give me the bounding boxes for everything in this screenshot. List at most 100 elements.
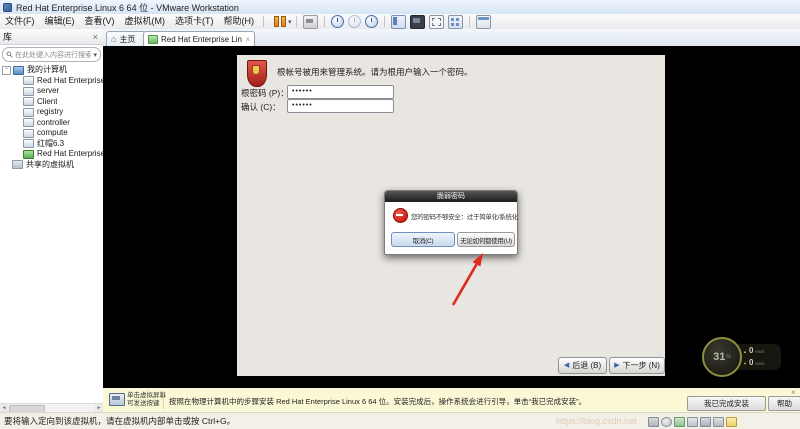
usb-icon[interactable] (687, 417, 698, 427)
sidebar-item-registry[interactable]: registry (0, 107, 103, 118)
sidebar-item-my-computer[interactable]: − 我的计算机 (0, 65, 103, 76)
sidebar-item-rhel-running[interactable]: Red Hat Enterprise Linu (0, 149, 103, 160)
watermark-text: https://blog.csdn.net (556, 416, 637, 426)
upload-arrow-icon: ▲ (743, 346, 747, 357)
vm-icon (23, 108, 34, 117)
menu-view[interactable]: 查看(V) (80, 14, 120, 29)
tab-vm[interactable]: Red Hat Enterprise Linux 6 ... × (143, 31, 255, 46)
hard-disk-icon[interactable] (648, 417, 659, 427)
back-arrow-icon: ◀ (564, 362, 569, 370)
cd-dvd-icon[interactable] (661, 417, 672, 427)
collapse-icon[interactable]: − (2, 66, 11, 75)
vmware-logo-icon (3, 3, 12, 12)
printer-icon[interactable] (713, 417, 724, 427)
sidebar-item-redhat63[interactable]: 红帽6.3 (0, 139, 103, 150)
snapshot-manager-button[interactable] (365, 15, 378, 28)
sound-icon[interactable] (700, 417, 711, 427)
sidebar-item-compute[interactable]: compute (0, 128, 103, 139)
chevron-down-icon[interactable]: ▾ (93, 51, 97, 59)
running-vm-icon (23, 150, 34, 159)
vm-icon (23, 76, 34, 85)
stop-icon (393, 208, 408, 223)
sidebar-item-shared-vms[interactable]: 共享的虚拟机 (0, 160, 103, 171)
vm-tab-icon (148, 35, 158, 44)
menu-help[interactable]: 帮助(H) (219, 14, 260, 29)
vm-icon (23, 139, 34, 148)
console-view-button[interactable] (410, 15, 425, 29)
vm-icon (23, 97, 34, 106)
root-password-shield-icon (247, 60, 267, 87)
show-console-tabs-button[interactable] (476, 15, 491, 29)
sidebar-item-client[interactable]: Client (0, 97, 103, 108)
home-icon: ⌂ (111, 34, 116, 44)
search-placeholder: 在此处键入内容进行搜索 (15, 50, 91, 60)
download-arrow-icon: ▼ (743, 358, 747, 369)
message-note-icon[interactable] (726, 417, 737, 427)
network-adapter-icon[interactable] (674, 417, 685, 427)
toolbar-separator (263, 16, 264, 27)
finished-installing-button[interactable]: 我已完成安装 (687, 396, 766, 411)
window-title: Red Hat Enterprise Linux 6 64 位 - VMware… (16, 1, 239, 14)
next-arrow-icon: ▶ (614, 362, 619, 370)
sidebar-item-server[interactable]: server (0, 86, 103, 97)
library-toggle-button[interactable] (391, 15, 406, 29)
shared-vms-icon (12, 160, 23, 169)
cancel-button[interactable]: 取消(C) (391, 232, 455, 247)
title-bar: Red Hat Enterprise Linux 6 64 位 - VMware… (0, 0, 800, 15)
root-password-label: 根密码 (P)： (241, 87, 289, 99)
confirm-password-field[interactable]: •••••• (287, 99, 394, 113)
install-instructions: 按照在物理计算机中的步骤安装 Red Hat Enterprise Linux … (169, 396, 586, 407)
menu-vm[interactable]: 虚拟机(M) (120, 14, 171, 29)
tab-home[interactable]: ⌂ 主页 (106, 31, 146, 46)
menu-file[interactable]: 文件(F) (0, 14, 40, 29)
library-sidebar: 库 × 在此处键入内容进行搜索 ▾ − 我的计算机 Red Hat Enterp… (0, 29, 104, 412)
library-title: 库 (3, 30, 12, 43)
tab-bar: ⌂ 主页 Red Hat Enterprise Linux 6 ... × (103, 29, 800, 47)
toolbar-separator (384, 16, 385, 27)
toolbar-separator (296, 16, 297, 27)
menu-edit[interactable]: 编辑(E) (40, 14, 80, 29)
close-icon[interactable]: × (91, 32, 100, 42)
dialog-title: 脆弱密码 (385, 191, 517, 202)
annotation-arrow-icon (440, 247, 500, 309)
power-pause-button[interactable]: ▾ (274, 16, 292, 27)
ctrl-alt-del-button[interactable] (303, 15, 318, 29)
use-anyway-button[interactable]: 无论如何都使用(U) (457, 232, 515, 247)
root-password-field[interactable]: •••••• (287, 85, 394, 99)
revert-snapshot-button[interactable] (348, 15, 361, 28)
confirm-password-label: 确认 (C)： (241, 101, 281, 113)
virtual-screen-icon (109, 393, 125, 406)
cpu-gauge-overlay: 31 % (702, 337, 742, 377)
help-button[interactable]: 帮助 (768, 396, 800, 411)
back-button[interactable]: ◀ 后退 (B) (558, 357, 607, 374)
sidebar-item-rhel[interactable]: Red Hat Enterprise Linu (0, 76, 103, 87)
dialog-message: 您的密码不够安全：过于简单化/系统化 (411, 211, 514, 221)
close-icon[interactable]: × (245, 35, 250, 44)
toolbar-separator (469, 16, 470, 27)
vm-tree: − 我的计算机 Red Hat Enterprise Linu server C… (0, 65, 103, 170)
chevron-down-icon[interactable]: ▾ (288, 18, 292, 26)
status-message: 要将输入定向到该虚拟机，请在虚拟机内部单击或按 Ctrl+G。 (4, 413, 235, 429)
take-snapshot-button[interactable] (331, 15, 344, 28)
sidebar-item-controller[interactable]: controller (0, 118, 103, 129)
next-button[interactable]: ▶ 下一步 (N) (609, 357, 665, 374)
close-icon[interactable]: × (791, 388, 796, 397)
vmware-workstation-window: Red Hat Enterprise Linux 6 64 位 - VMware… (0, 0, 800, 429)
device-status-icons (648, 417, 737, 427)
root-password-intro: 根帐号被用来管理系统。请为根用户输入一个密码。 (277, 66, 473, 78)
search-icon (6, 51, 13, 58)
unity-mode-button[interactable] (448, 15, 463, 29)
send-keys-tip: 单击虚拟屏幕 可发送按键 (127, 392, 166, 408)
menu-tabs[interactable]: 选项卡(T) (170, 14, 219, 29)
status-bar: 要将输入定向到该虚拟机，请在虚拟机内部单击或按 Ctrl+G。 https://… (0, 412, 800, 429)
library-header: 库 × (0, 29, 103, 45)
pause-icon (274, 16, 286, 27)
hint-separator (163, 391, 164, 409)
fullscreen-button[interactable] (429, 15, 444, 29)
easy-install-hint-bar: 单击虚拟屏幕 可发送按键 按照在物理计算机中的步骤安装 Red Hat Ente… (103, 388, 800, 413)
toolbar-separator (324, 16, 325, 27)
menu-toolbar: 文件(F) 编辑(E) 查看(V) 虚拟机(M) 选项卡(T) 帮助(H) ▾ (0, 14, 800, 30)
search-input[interactable]: 在此处键入内容进行搜索 ▾ (2, 47, 101, 62)
vm-icon (23, 87, 34, 96)
vm-icon (23, 118, 34, 127)
